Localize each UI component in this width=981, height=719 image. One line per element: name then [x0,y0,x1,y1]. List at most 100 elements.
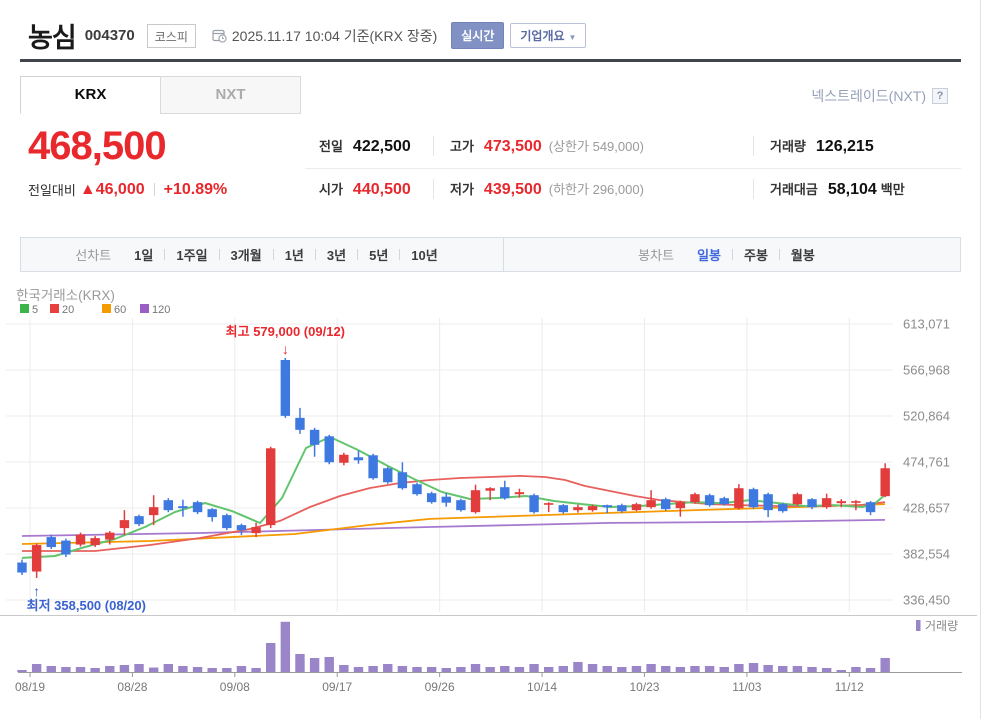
candle [485,488,495,491]
volume-bar [61,667,71,672]
candle [514,492,525,495]
candle [836,501,846,504]
volume-legend-swatch [916,620,921,631]
candle [734,488,744,509]
volume-bar [587,664,598,672]
candle [646,500,656,508]
candle [558,505,569,513]
ma-legend-label: 60 [114,304,126,316]
volume-bar [865,668,876,672]
candle [46,537,56,548]
volume-bar [646,664,656,672]
volume-bar [353,667,364,672]
volume-bar [748,663,759,672]
x-axis-label: 11/12 [835,680,864,694]
volume-bar [690,666,700,672]
candle [500,487,510,499]
candle [426,493,437,503]
volume-bar [148,667,159,672]
candle [865,502,876,513]
volume-bar [880,657,890,672]
y-axis-label: 613,071 [903,317,950,332]
candle [339,454,349,463]
ma-legend-label: 5 [32,304,38,316]
volume-bar [90,668,100,672]
price-chart[interactable]: 한국거래소(KRX)5 20 60 120 최고 579,000 (09/12) ↓ ↑최저… [0,0,981,719]
volume-bar [631,666,642,672]
candle [295,417,305,430]
x-axis-label: 08/28 [117,680,147,694]
volume-bar [456,667,466,672]
volume-bar [836,670,846,672]
candle [383,468,393,483]
candle [573,507,583,511]
volume-bar [383,664,393,672]
volume-bar [222,668,232,672]
candle [31,545,42,572]
low-annotation: 최저 358,500 (08/20) [27,598,146,613]
volume-bar [324,657,334,672]
ma-legend-swatch [50,304,59,313]
candle [602,505,612,508]
candle [324,436,334,463]
candle [309,429,320,445]
volume-bar [485,667,495,672]
candle [792,494,803,505]
candle [631,504,642,511]
up-arrow-icon: ↑ [33,583,40,599]
volume-bar [573,662,583,672]
candle [441,496,451,503]
volume-bar [251,668,261,672]
candle [704,495,715,506]
volume-bar [163,664,173,672]
candle [543,503,554,505]
volume-bar [529,664,539,672]
volume-bar [134,664,144,672]
ma-legend-swatch [102,304,111,313]
x-axis-label: 09/26 [425,680,455,694]
volume-bar [441,668,451,672]
volume-bar [602,666,612,672]
volume-bar [661,666,671,672]
x-axis-label: 09/17 [322,680,352,694]
x-axis-label: 11/03 [732,680,761,694]
candle [90,538,100,546]
volume-bar [807,667,817,672]
y-axis-label: 566,968 [903,363,950,378]
candle [222,515,232,529]
candle [748,489,759,508]
y-axis-label: 520,864 [903,409,950,424]
candle [368,455,378,479]
y-axis-label: 428,657 [903,501,950,516]
y-axis-label: 382,554 [903,547,950,562]
volume-bar [821,668,832,672]
candle [778,504,788,512]
candle [119,520,130,529]
candle [207,509,217,518]
candle [61,540,71,555]
volume-bar [17,670,27,672]
candle [661,499,671,510]
volume-bar [558,666,569,672]
volume-bar [734,664,744,672]
x-axis-label: 09/08 [220,680,250,694]
candle [353,457,364,461]
volume-bar [207,668,217,672]
candle [134,516,144,525]
candle [236,525,247,531]
volume-legend-label: 거래량 [925,619,958,633]
x-axis-label: 08/19 [15,680,45,694]
candle [821,498,832,508]
candle [397,472,408,489]
candle [719,498,729,505]
stock-quote-page: 농심 004370 코스피 2025.11.17 10:04 기준(KRX 장중… [0,0,981,719]
candle [529,495,539,513]
ma-legend-swatch [140,304,149,313]
candle [690,494,700,503]
volume-bar [236,666,247,672]
candle [266,448,276,526]
candle [148,507,159,516]
volume-bar [119,665,130,672]
volume-bar [46,666,56,672]
volume-bar [31,664,42,672]
